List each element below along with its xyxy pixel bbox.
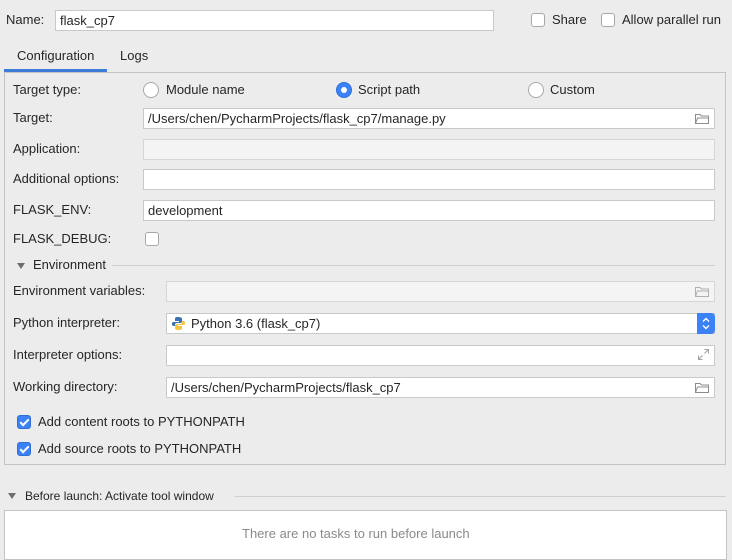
configuration-panel xyxy=(4,72,726,465)
dropdown-toggle[interactable] xyxy=(697,313,715,334)
radio-custom[interactable] xyxy=(528,82,544,98)
content-roots-checkbox[interactable] xyxy=(17,415,31,429)
additional-options-input[interactable] xyxy=(143,169,715,190)
radio-module-name[interactable] xyxy=(143,82,159,98)
radio-custom-label: Custom xyxy=(550,82,595,97)
application-input[interactable] xyxy=(143,139,715,160)
chevron-up-down-icon xyxy=(702,317,710,330)
python-interpreter-select[interactable]: Python 3.6 (flask_cp7) xyxy=(166,313,715,334)
radio-module-name-label: Module name xyxy=(166,82,245,97)
env-vars-input[interactable] xyxy=(166,281,715,302)
name-input[interactable]: flask_cp7 xyxy=(55,10,494,31)
env-vars-label: Environment variables: xyxy=(13,283,146,298)
environment-divider xyxy=(112,265,715,266)
environment-section-label: Environment xyxy=(33,257,106,272)
interpreter-options-input[interactable] xyxy=(166,345,715,366)
source-roots-label: Add source roots to PYTHONPATH xyxy=(38,441,242,456)
tab-configuration[interactable]: Configuration xyxy=(17,48,94,64)
flask-debug-checkbox[interactable] xyxy=(145,232,159,246)
folder-icon[interactable] xyxy=(695,113,709,124)
radio-script-path-label: Script path xyxy=(358,82,421,97)
name-label: Name: xyxy=(6,12,45,27)
target-input[interactable]: /Users/chen/PycharmProjects/flask_cp7/ma… xyxy=(143,108,715,129)
python-interpreter-label: Python interpreter: xyxy=(13,315,120,330)
collapse-arrow-icon[interactable] xyxy=(17,263,25,269)
working-directory-label: Working directory: xyxy=(13,379,118,394)
source-roots-checkbox[interactable] xyxy=(17,442,31,456)
target-type-label: Target type: xyxy=(13,82,81,97)
content-roots-label: Add content roots to PYTHONPATH xyxy=(38,414,245,429)
tab-logs[interactable]: Logs xyxy=(120,48,148,64)
allow-parallel-label: Allow parallel run xyxy=(622,12,721,27)
flask-env-input[interactable]: development xyxy=(143,200,715,221)
python-icon xyxy=(172,317,185,330)
working-directory-input[interactable]: /Users/chen/PycharmProjects/flask_cp7 xyxy=(166,377,715,398)
expand-icon[interactable] xyxy=(697,348,710,361)
working-dir-folder-icon[interactable] xyxy=(695,382,709,393)
flask-debug-label: FLASK_DEBUG: xyxy=(13,231,112,246)
allow-parallel-checkbox[interactable] xyxy=(601,13,615,27)
additional-options-label: Additional options: xyxy=(13,171,120,186)
flask-env-label: FLASK_ENV: xyxy=(13,202,92,217)
before-launch-label: Before launch: Activate tool window xyxy=(25,489,214,503)
before-launch-empty-text: There are no tasks to run before launch xyxy=(242,526,470,541)
before-launch-divider xyxy=(235,496,726,497)
target-label: Target: xyxy=(13,110,53,125)
before-launch-collapse-icon[interactable] xyxy=(8,493,16,499)
radio-script-path[interactable] xyxy=(336,82,352,98)
share-checkbox[interactable] xyxy=(531,13,545,27)
share-label: Share xyxy=(552,12,587,27)
interpreter-options-label: Interpreter options: xyxy=(13,347,123,362)
application-label: Application: xyxy=(13,141,81,156)
env-vars-browse-icon[interactable] xyxy=(695,286,709,297)
